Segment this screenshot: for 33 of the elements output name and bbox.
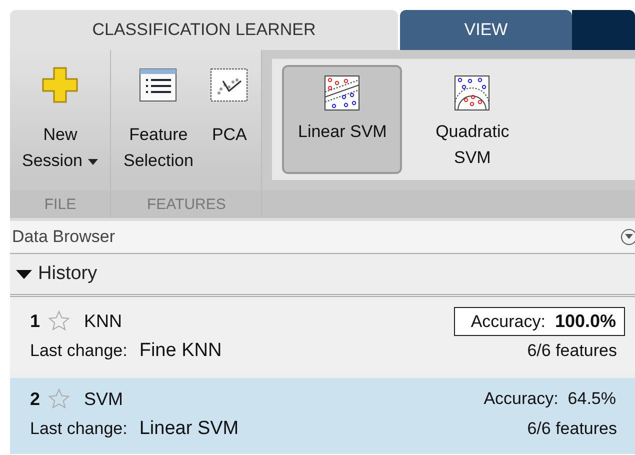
list-icon <box>138 67 178 103</box>
ribbon-button[interactable]: Feature Selection <box>115 54 202 190</box>
plus-icon <box>40 65 80 105</box>
model-number: 2 <box>30 388 40 410</box>
ribbon-button[interactable]: New Session <box>14 54 106 190</box>
classifier-button[interactable]: Linear SVM <box>282 65 402 174</box>
section-label: FEATURES <box>111 190 262 218</box>
classifier-button[interactable]: Quadratic SVM <box>412 65 532 174</box>
feature-count: 6/6 features <box>527 419 618 439</box>
model-number: 1 <box>30 310 40 332</box>
ribbon-button[interactable]: PCA <box>201 54 258 190</box>
star-icon[interactable] <box>48 310 70 332</box>
panel-title: Data Browser <box>12 227 115 247</box>
star-icon[interactable] <box>48 388 70 410</box>
model-item[interactable]: 2 SVM Accuracy: 64.5% Last change: Linear SVM 6/6 features <box>10 378 635 454</box>
history-label: History <box>38 263 98 285</box>
model-name: KNN <box>84 310 122 332</box>
history-header[interactable]: History <box>10 254 635 297</box>
accuracy-label: Accuracy: 64.5% <box>482 388 617 410</box>
ribbon-tab[interactable]: CLASSIFICATION LEARNER <box>10 10 398 50</box>
feature-count: 6/6 features <box>527 341 618 361</box>
quadratic-svm-icon <box>454 75 490 111</box>
section-label: FILE <box>10 190 110 218</box>
model-name: SVM <box>84 388 124 410</box>
ribbon-tab[interactable]: VIEW <box>400 10 572 50</box>
last-change-value: Fine KNN <box>139 340 222 362</box>
linear-svm-icon <box>324 75 360 111</box>
scatter-plot-icon <box>209 67 250 103</box>
panel-menu-icon[interactable] <box>621 229 635 245</box>
last-change-value: Linear SVM <box>139 418 239 440</box>
last-change-label: Last change: <box>30 419 128 439</box>
last-change-label: Last change: <box>30 341 128 361</box>
accuracy-label: Accuracy: 100.0% <box>454 306 625 336</box>
